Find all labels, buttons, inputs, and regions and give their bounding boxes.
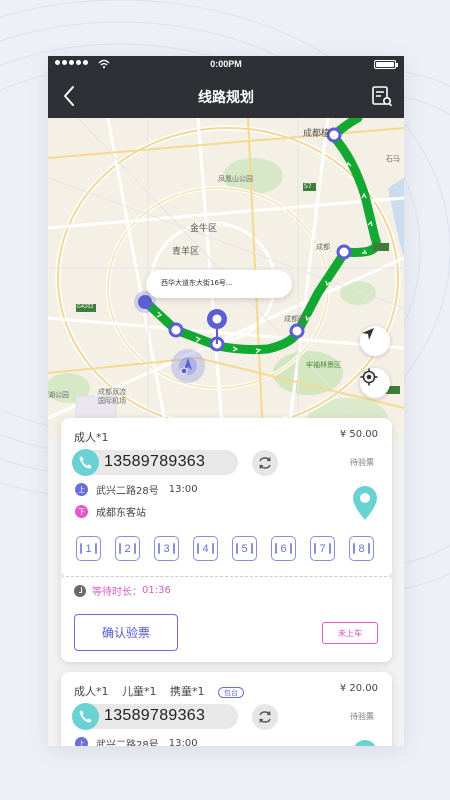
- passenger-type: 成人*1: [74, 685, 109, 698]
- ticket-status: 待验票: [350, 458, 374, 467]
- seat-8[interactable]: 8: [349, 536, 374, 561]
- charter-badge: 包台: [218, 686, 244, 698]
- map-label-fenghuang: 凤凰山公园: [218, 175, 253, 183]
- passenger-type: 成人*1: [74, 431, 109, 444]
- map-label-jinniu: 金牛区: [190, 224, 218, 234]
- ticket-status: 待验票: [350, 712, 374, 721]
- locate-button[interactable]: [360, 368, 390, 398]
- map-label-lake: 湖公园: [48, 391, 69, 399]
- map-label-chengdu-top: 成都植: [303, 129, 331, 139]
- passenger-types: 成人*1 儿童*1 携童*1 包台: [74, 683, 254, 699]
- phone-icon[interactable]: [72, 703, 99, 730]
- confirm-ticket-button[interactable]: 确认验票: [74, 614, 178, 651]
- not-boarded-button[interactable]: 未上车: [322, 622, 378, 644]
- seat-7[interactable]: 7: [310, 536, 335, 561]
- card-notch-right: [389, 573, 395, 579]
- pickup-address: 武兴二路28号: [96, 486, 159, 497]
- dropoff-tag: 下: [75, 505, 88, 518]
- swap-button[interactable]: [252, 704, 278, 730]
- wait-label: 等待时长：: [92, 587, 142, 598]
- navigation-arrow-icon: [362, 328, 374, 340]
- route-map[interactable]: 成都植 石马 凤凰山公园 S7 金牛区 青羊区 成都 成都图 牢袖林景区 成都双…: [48, 118, 404, 438]
- battery-icon: [374, 60, 398, 69]
- pickup-time: 13:00: [168, 738, 198, 746]
- pickup-tag: 上: [75, 737, 88, 746]
- order-price: ¥ 50.00: [339, 429, 378, 440]
- seat-6[interactable]: 6: [271, 536, 296, 561]
- passenger-type: 携童*1: [170, 685, 205, 698]
- pickup-stop: 上 武兴二路28号 13:00: [75, 736, 198, 746]
- phone-screen: 0:00PM 线路规划 成都植 石马 凤凰山公园 S7 金牛区 青羊区 成都 成…: [48, 56, 404, 746]
- wait-time: 01:36: [142, 585, 171, 596]
- status-time: 0:00PM: [210, 59, 242, 69]
- map-label-chenghua: 成都图: [284, 315, 305, 323]
- address-bubble[interactable]: 西华大道东大街16号...: [146, 270, 292, 298]
- pickup-address: 武兴二路28号: [96, 740, 159, 746]
- nav-bar: 线路规划: [48, 74, 404, 118]
- passenger-type: 儿童*1: [122, 685, 157, 698]
- swap-button[interactable]: [252, 450, 278, 476]
- order-price: ¥ 20.00: [339, 683, 378, 694]
- pickup-time: 13:00: [168, 484, 198, 495]
- dropoff-address: 成都东客站: [96, 508, 146, 519]
- seat-4[interactable]: 4: [193, 536, 218, 561]
- dropoff-stop: 下 成都东客站: [75, 504, 146, 519]
- card-notch-left: [58, 573, 64, 579]
- map-label-airport: 成都双流 国际机场: [98, 388, 126, 405]
- phone-pill[interactable]: 13589789363: [72, 449, 238, 476]
- phone-number: 13589789363: [104, 453, 206, 470]
- divider: [61, 576, 392, 577]
- map-label-s7: S7: [304, 183, 312, 190]
- map-label-right-edge: 石马: [386, 155, 400, 163]
- status-bar: 0:00PM: [48, 56, 404, 74]
- swap-arrows-icon: [259, 457, 271, 469]
- clock-icon: [74, 584, 86, 597]
- locate-crosshair-icon: [360, 368, 378, 386]
- seat-2[interactable]: 2: [115, 536, 140, 561]
- map-label-hongpai: 牢袖林景区: [306, 361, 341, 369]
- seat-1[interactable]: 1: [76, 536, 101, 561]
- navigate-button[interactable]: [360, 326, 390, 356]
- page-title: 线路规划: [198, 90, 254, 106]
- phone-number: 13589789363: [104, 707, 206, 724]
- swap-arrows-icon: [259, 711, 271, 723]
- pickup-stop: 上 武兴二路28号 13:00: [75, 482, 198, 497]
- phone-icon[interactable]: [72, 449, 99, 476]
- map-label-chengdu-dong: 成都: [316, 243, 330, 251]
- phone-pill[interactable]: 13589789363: [72, 703, 238, 730]
- map-label-g4202: G4202: [77, 304, 94, 310]
- wait-duration: 等待时长： 01:36: [74, 583, 171, 598]
- pickup-tag: 上: [75, 483, 88, 496]
- map-label-qingyang: 青羊区: [172, 247, 200, 257]
- location-pin-icon[interactable]: [350, 485, 380, 521]
- location-pin-icon[interactable]: [350, 739, 380, 746]
- document-search-icon[interactable]: [370, 84, 394, 108]
- order-card: 成人*1 儿童*1 携童*1 包台 ¥ 20.00 13589789363 待验…: [61, 672, 392, 746]
- passenger-types: 成人*1: [74, 429, 119, 445]
- seat-5[interactable]: 5: [232, 536, 257, 561]
- order-card: 成人*1 ¥ 50.00 13589789363 待验票 上 武兴二路28号 1…: [58, 418, 395, 662]
- seat-selector: 1 2 3 4 5 6 7 8: [76, 536, 374, 561]
- seat-3[interactable]: 3: [154, 536, 179, 561]
